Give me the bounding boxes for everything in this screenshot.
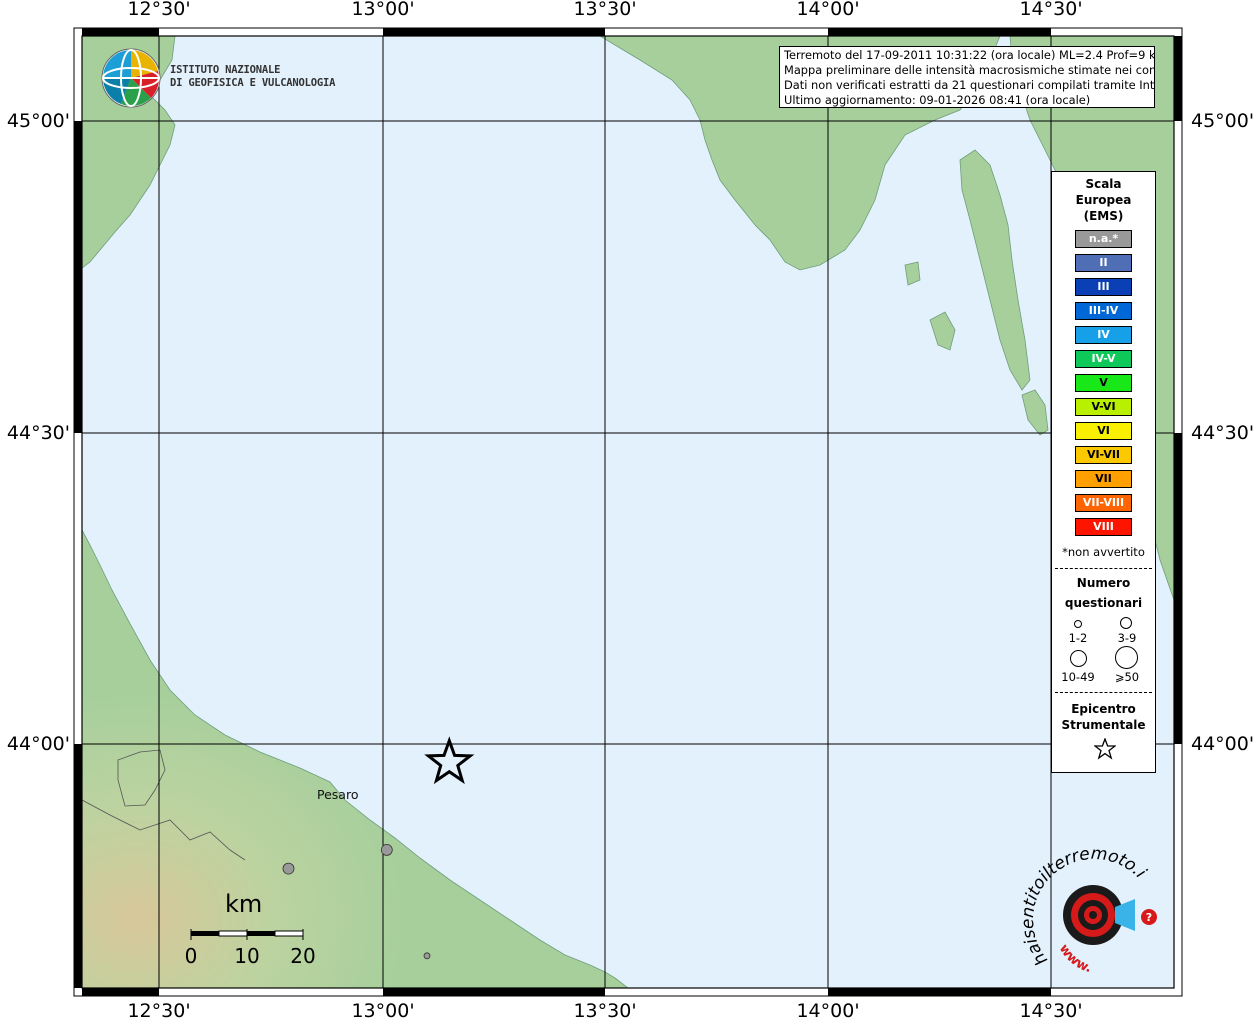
- event-info-line: Mappa preliminare delle intensità macros…: [784, 63, 1155, 77]
- intensity-swatch: III-IV: [1075, 302, 1132, 320]
- count-symbol-large: [1070, 650, 1087, 667]
- scale-bar-tick: 0: [184, 944, 198, 968]
- intensity-swatch: IV: [1075, 326, 1132, 344]
- scale-bar-tick: 10: [234, 944, 260, 968]
- lat-label-left: 44°00': [6, 733, 70, 755]
- place-label-pesaro: Pesaro: [317, 787, 359, 802]
- intensity-swatch: V: [1075, 374, 1132, 392]
- event-info-line: Terremoto del 17-09-2011 10:31:22 (ora l…: [784, 48, 1155, 62]
- lat-label-left: 44°30': [6, 422, 70, 444]
- scale-bar-unit: km: [225, 890, 263, 918]
- legend-divider: [1055, 568, 1152, 569]
- lon-label-top: 13°00': [351, 0, 415, 20]
- lon-label-top: 12°30': [127, 0, 191, 20]
- observation-marker: [282, 862, 295, 875]
- lat-label-left: 45°00': [6, 110, 70, 132]
- count-class-label: 3-9: [1117, 631, 1137, 645]
- lon-label-bottom: 13°30': [573, 1000, 637, 1022]
- legend-epicenter-title: Strumentale: [1061, 718, 1146, 732]
- lat-label-right: 45°00': [1191, 110, 1255, 132]
- intensity-swatch: III: [1075, 278, 1132, 296]
- intensity-swatch: VII-VIII: [1075, 494, 1132, 512]
- intensity-swatch: IV-V: [1075, 350, 1132, 368]
- legend-title: (EMS): [1083, 209, 1124, 223]
- observation-marker: [380, 844, 393, 856]
- lon-label-bottom: 12°30': [127, 1000, 191, 1022]
- lon-label-top: 14°30': [1019, 0, 1083, 20]
- legend-divider: [1055, 692, 1152, 693]
- observation-marker: [423, 952, 431, 960]
- event-info-box: Terremoto del 17-09-2011 10:31:22 (ora l…: [779, 46, 1155, 108]
- legend-note: *non avvertito: [1062, 545, 1145, 559]
- legend-count-title: questionari: [1064, 596, 1143, 610]
- lon-label-bottom: 13°00': [351, 1000, 415, 1022]
- intensity-swatch: II: [1075, 254, 1132, 272]
- lat-label-right: 44°00': [1191, 733, 1255, 755]
- legend-epicenter-title: Epicentro: [1071, 702, 1136, 716]
- intensity-swatch: VI: [1075, 422, 1132, 440]
- intensity-swatch: VII: [1075, 470, 1132, 488]
- event-info-line: Ultimo aggiornamento: 09-01-2026 08:41 (…: [784, 93, 1091, 107]
- lon-label-top: 13°30': [573, 0, 637, 20]
- count-class-label: ⩾50: [1114, 670, 1140, 684]
- count-symbol-medium: [1120, 617, 1132, 629]
- ingv-logo-line1: ISTITUTO NAZIONALE: [170, 64, 281, 76]
- lat-label-right: 44°30': [1191, 422, 1255, 444]
- count-class-label: 1-2: [1068, 631, 1088, 645]
- lon-label-bottom: 14°00': [796, 1000, 860, 1022]
- event-info-line: Dati non verificati estratti da 21 quest…: [784, 78, 1155, 92]
- legend-count-title: Numero: [1076, 576, 1131, 590]
- ingv-logo-line2: DI GEOFISICA E VULCANOLOGIA: [170, 77, 336, 89]
- scale-bar-tick: 20: [290, 944, 316, 968]
- intensity-swatch: V-VI: [1075, 398, 1132, 416]
- epicenter-star-icon: [1094, 738, 1116, 760]
- legend-panel: Scala Europea (EMS) n.a.* II III III-IV IV IV…: [1051, 171, 1156, 773]
- count-symbol-xlarge: [1115, 646, 1138, 669]
- count-symbol-small: [1074, 620, 1082, 628]
- ingv-logo-text: ISTITUTO NAZIONALE DI GEOFISICA E VULCAN…: [170, 64, 335, 90]
- intensity-swatch: VI-VII: [1075, 446, 1132, 464]
- lon-label-top: 14°00': [796, 0, 860, 20]
- intensity-swatch: VIII: [1075, 518, 1132, 536]
- legend-title: Scala: [1085, 177, 1122, 191]
- ingv-logo-icon: [101, 48, 161, 108]
- lon-label-bottom: 14°30': [1019, 1000, 1083, 1022]
- legend-title: Europea: [1075, 193, 1132, 207]
- intensity-swatch: n.a.*: [1075, 230, 1132, 248]
- svg-text:?: ?: [1146, 911, 1152, 924]
- count-class-label: 10-49: [1061, 670, 1095, 684]
